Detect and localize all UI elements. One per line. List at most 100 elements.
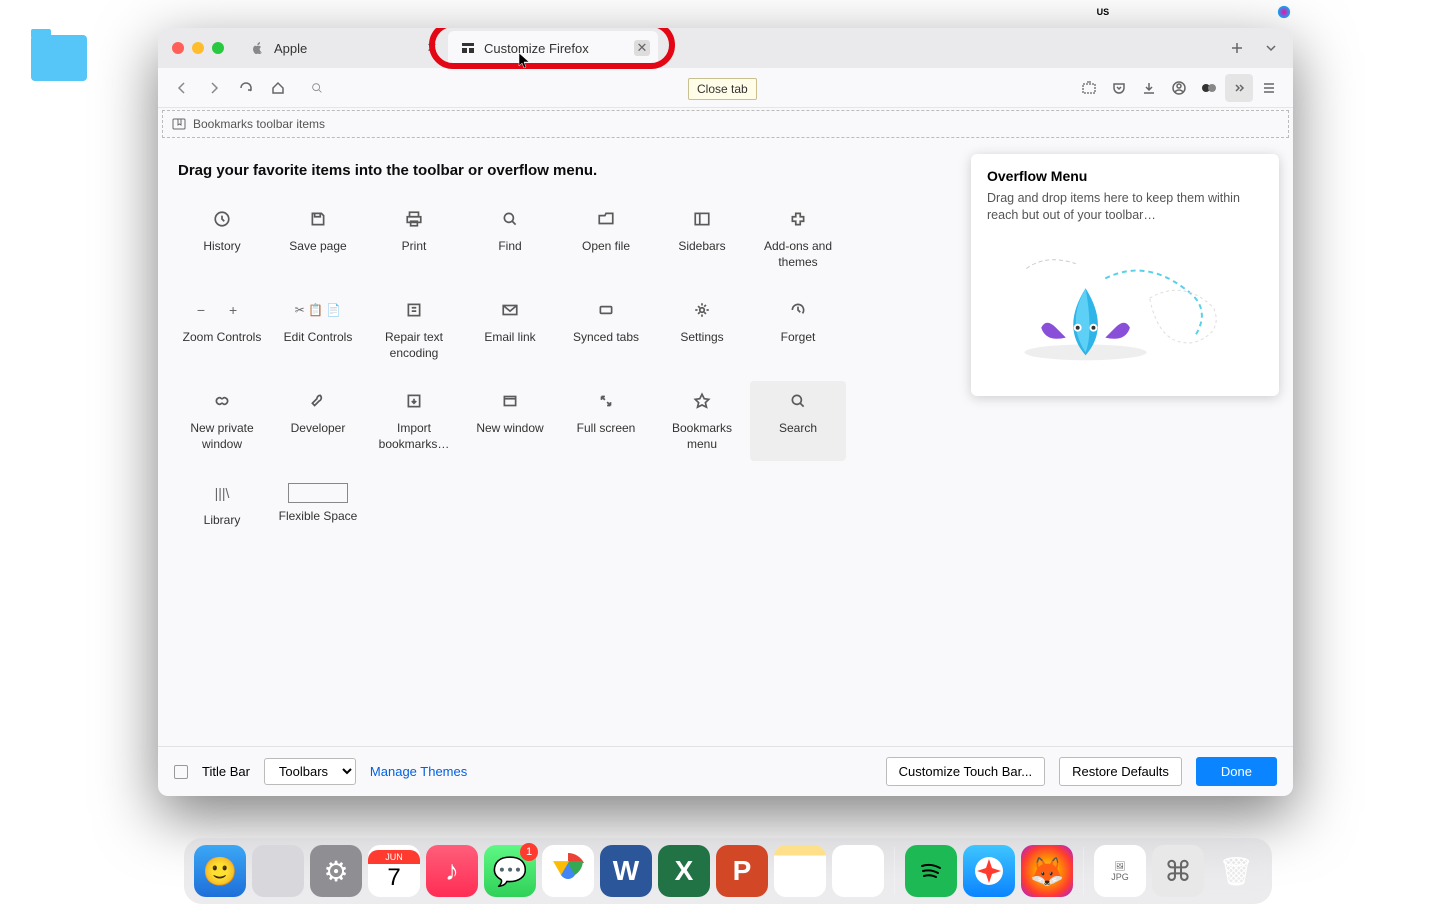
bluetooth-icon[interactable] [1034, 5, 1050, 19]
item-synced-tabs[interactable]: Synced tabs [558, 290, 654, 369]
item-zoom-controls[interactable]: − +Zoom Controls [174, 290, 270, 369]
item-import-bookmarks[interactable]: Import bookmarks… [366, 381, 462, 460]
item-save-page[interactable]: Save page [270, 199, 366, 278]
bookmarks-toolbar-placeholder[interactable]: Bookmarks toolbar items [162, 110, 1289, 138]
item-print[interactable]: Print [366, 199, 462, 278]
dock-file-jpg[interactable]: 🖼JPG [1094, 845, 1146, 897]
tab-dropdown-button[interactable] [1263, 40, 1279, 56]
volume-icon[interactable] [1004, 5, 1020, 19]
window-close-button[interactable] [172, 42, 184, 54]
item-settings[interactable]: Settings [654, 290, 750, 369]
menu-bookmarks[interactable]: Bookmarks [275, 5, 340, 20]
menu-tools[interactable]: Tools [356, 5, 386, 20]
overflow-button[interactable] [1225, 74, 1253, 102]
item-private-window[interactable]: New private window [174, 381, 270, 460]
forward-button[interactable] [200, 74, 228, 102]
control-center-icon[interactable] [1246, 5, 1262, 19]
item-forget[interactable]: Forget [750, 290, 846, 369]
manage-themes-link[interactable]: Manage Themes [370, 764, 467, 779]
screenshot-button[interactable] [1075, 74, 1103, 102]
tab-close-button[interactable]: ✕ [424, 40, 440, 56]
dock-system-preferences[interactable]: ⚙ [310, 845, 362, 897]
done-button[interactable]: Done [1196, 757, 1277, 786]
messages-badge: 1 [520, 843, 538, 861]
timemachine-icon[interactable] [1186, 5, 1202, 19]
window-minimize-button[interactable] [192, 42, 204, 54]
dock-music[interactable]: ♪ [426, 845, 478, 897]
dock-launchpad[interactable] [252, 845, 304, 897]
item-repair-encoding[interactable]: Repair text encoding [366, 290, 462, 369]
item-full-screen[interactable]: Full screen [558, 381, 654, 460]
extension-button[interactable] [1195, 74, 1223, 102]
item-find[interactable]: Find [462, 199, 558, 278]
item-addons[interactable]: Add-ons and themes [750, 199, 846, 278]
item-history[interactable]: History [174, 199, 270, 278]
dock-messages[interactable]: 💬1 [484, 845, 536, 897]
dock-trash[interactable]: 🗑 [1210, 845, 1262, 897]
overflow-menu-panel[interactable]: Overflow Menu Drag and drop items here t… [971, 154, 1279, 396]
menu-window[interactable]: Window [403, 5, 449, 20]
dock-app-generic[interactable]: ⌘ [1152, 845, 1204, 897]
toolbars-dropdown[interactable]: Toolbars [264, 758, 356, 785]
downloads-button[interactable] [1135, 74, 1163, 102]
dock-word[interactable]: W [600, 845, 652, 897]
dock-safari[interactable] [963, 845, 1015, 897]
dock-notes[interactable] [774, 845, 826, 897]
dock-powerpoint[interactable]: P [716, 845, 768, 897]
account-button[interactable] [1165, 74, 1193, 102]
item-email-link[interactable]: Email link [462, 290, 558, 369]
dock-separator [1083, 847, 1084, 895]
tab-close-button[interactable]: ✕ [634, 40, 650, 56]
home-button[interactable] [264, 74, 292, 102]
menubar-time[interactable]: 5:59:47 PM [1378, 5, 1445, 20]
item-sidebars[interactable]: Sidebars [654, 199, 750, 278]
item-bookmarks-menu[interactable]: Bookmarks menu [654, 381, 750, 460]
dropbox-icon[interactable] [944, 5, 960, 19]
user-icon[interactable] [1156, 5, 1172, 19]
dock-finder[interactable]: 🙂 [194, 845, 246, 897]
restore-defaults-button[interactable]: Restore Defaults [1059, 757, 1182, 786]
desktop-folder-work[interactable]: Work [24, 35, 94, 101]
menu-history[interactable]: History [219, 5, 259, 20]
item-new-window[interactable]: New window [462, 381, 558, 460]
address-bar[interactable] [302, 74, 1065, 102]
dock-chrome[interactable] [542, 845, 594, 897]
menu-help[interactable]: Help [465, 5, 492, 20]
pocket-button[interactable] [1105, 74, 1133, 102]
dock-excel[interactable]: X [658, 845, 710, 897]
menu-view[interactable]: View [175, 5, 203, 20]
spotlight-icon[interactable] [1216, 5, 1232, 19]
siri-icon[interactable] [1276, 5, 1292, 19]
tab-apple[interactable]: Apple ✕ [238, 31, 448, 65]
battery-icon[interactable] [1064, 5, 1080, 19]
menubar-app-name[interactable]: Firefox [40, 5, 83, 20]
phone-icon[interactable] [974, 5, 990, 19]
customize-touch-bar-button[interactable]: Customize Touch Bar... [886, 757, 1045, 786]
dock-calendar[interactable]: JUN7 [368, 845, 420, 897]
item-open-file[interactable]: Open file [558, 199, 654, 278]
back-button[interactable] [168, 74, 196, 102]
apple-logo-icon[interactable] [12, 5, 26, 19]
title-bar-checkbox[interactable] [174, 765, 188, 779]
app-menu-button[interactable] [1255, 74, 1283, 102]
new-tab-button[interactable] [1229, 40, 1245, 56]
location-icon[interactable] [914, 5, 930, 19]
item-flexible-space[interactable]: Flexible Space [270, 473, 366, 537]
macos-menubar: Firefox File Edit View History Bookmarks… [0, 0, 1456, 24]
dock-spotify[interactable] [905, 845, 957, 897]
item-developer[interactable]: Developer [270, 381, 366, 460]
item-search[interactable]: Search [750, 381, 846, 460]
input-source-icon[interactable]: US [1094, 6, 1113, 18]
dock-firefox[interactable]: 🦊 [1021, 845, 1073, 897]
reload-button[interactable] [232, 74, 260, 102]
tab-customize-firefox[interactable]: Customize Firefox ✕ [448, 31, 658, 65]
menu-file[interactable]: File [99, 5, 120, 20]
wifi-icon[interactable] [1126, 5, 1142, 19]
menu-edit[interactable]: Edit [136, 5, 158, 20]
item-library[interactable]: |||\Library [174, 473, 270, 537]
menubar-date[interactable]: Tue Jun 7 [1306, 5, 1363, 20]
customize-favicon-icon [460, 40, 476, 56]
dock-slack[interactable]: ⁂ [832, 845, 884, 897]
item-edit-controls[interactable]: ✂ 📋 📄Edit Controls [270, 290, 366, 369]
window-maximize-button[interactable] [212, 42, 224, 54]
